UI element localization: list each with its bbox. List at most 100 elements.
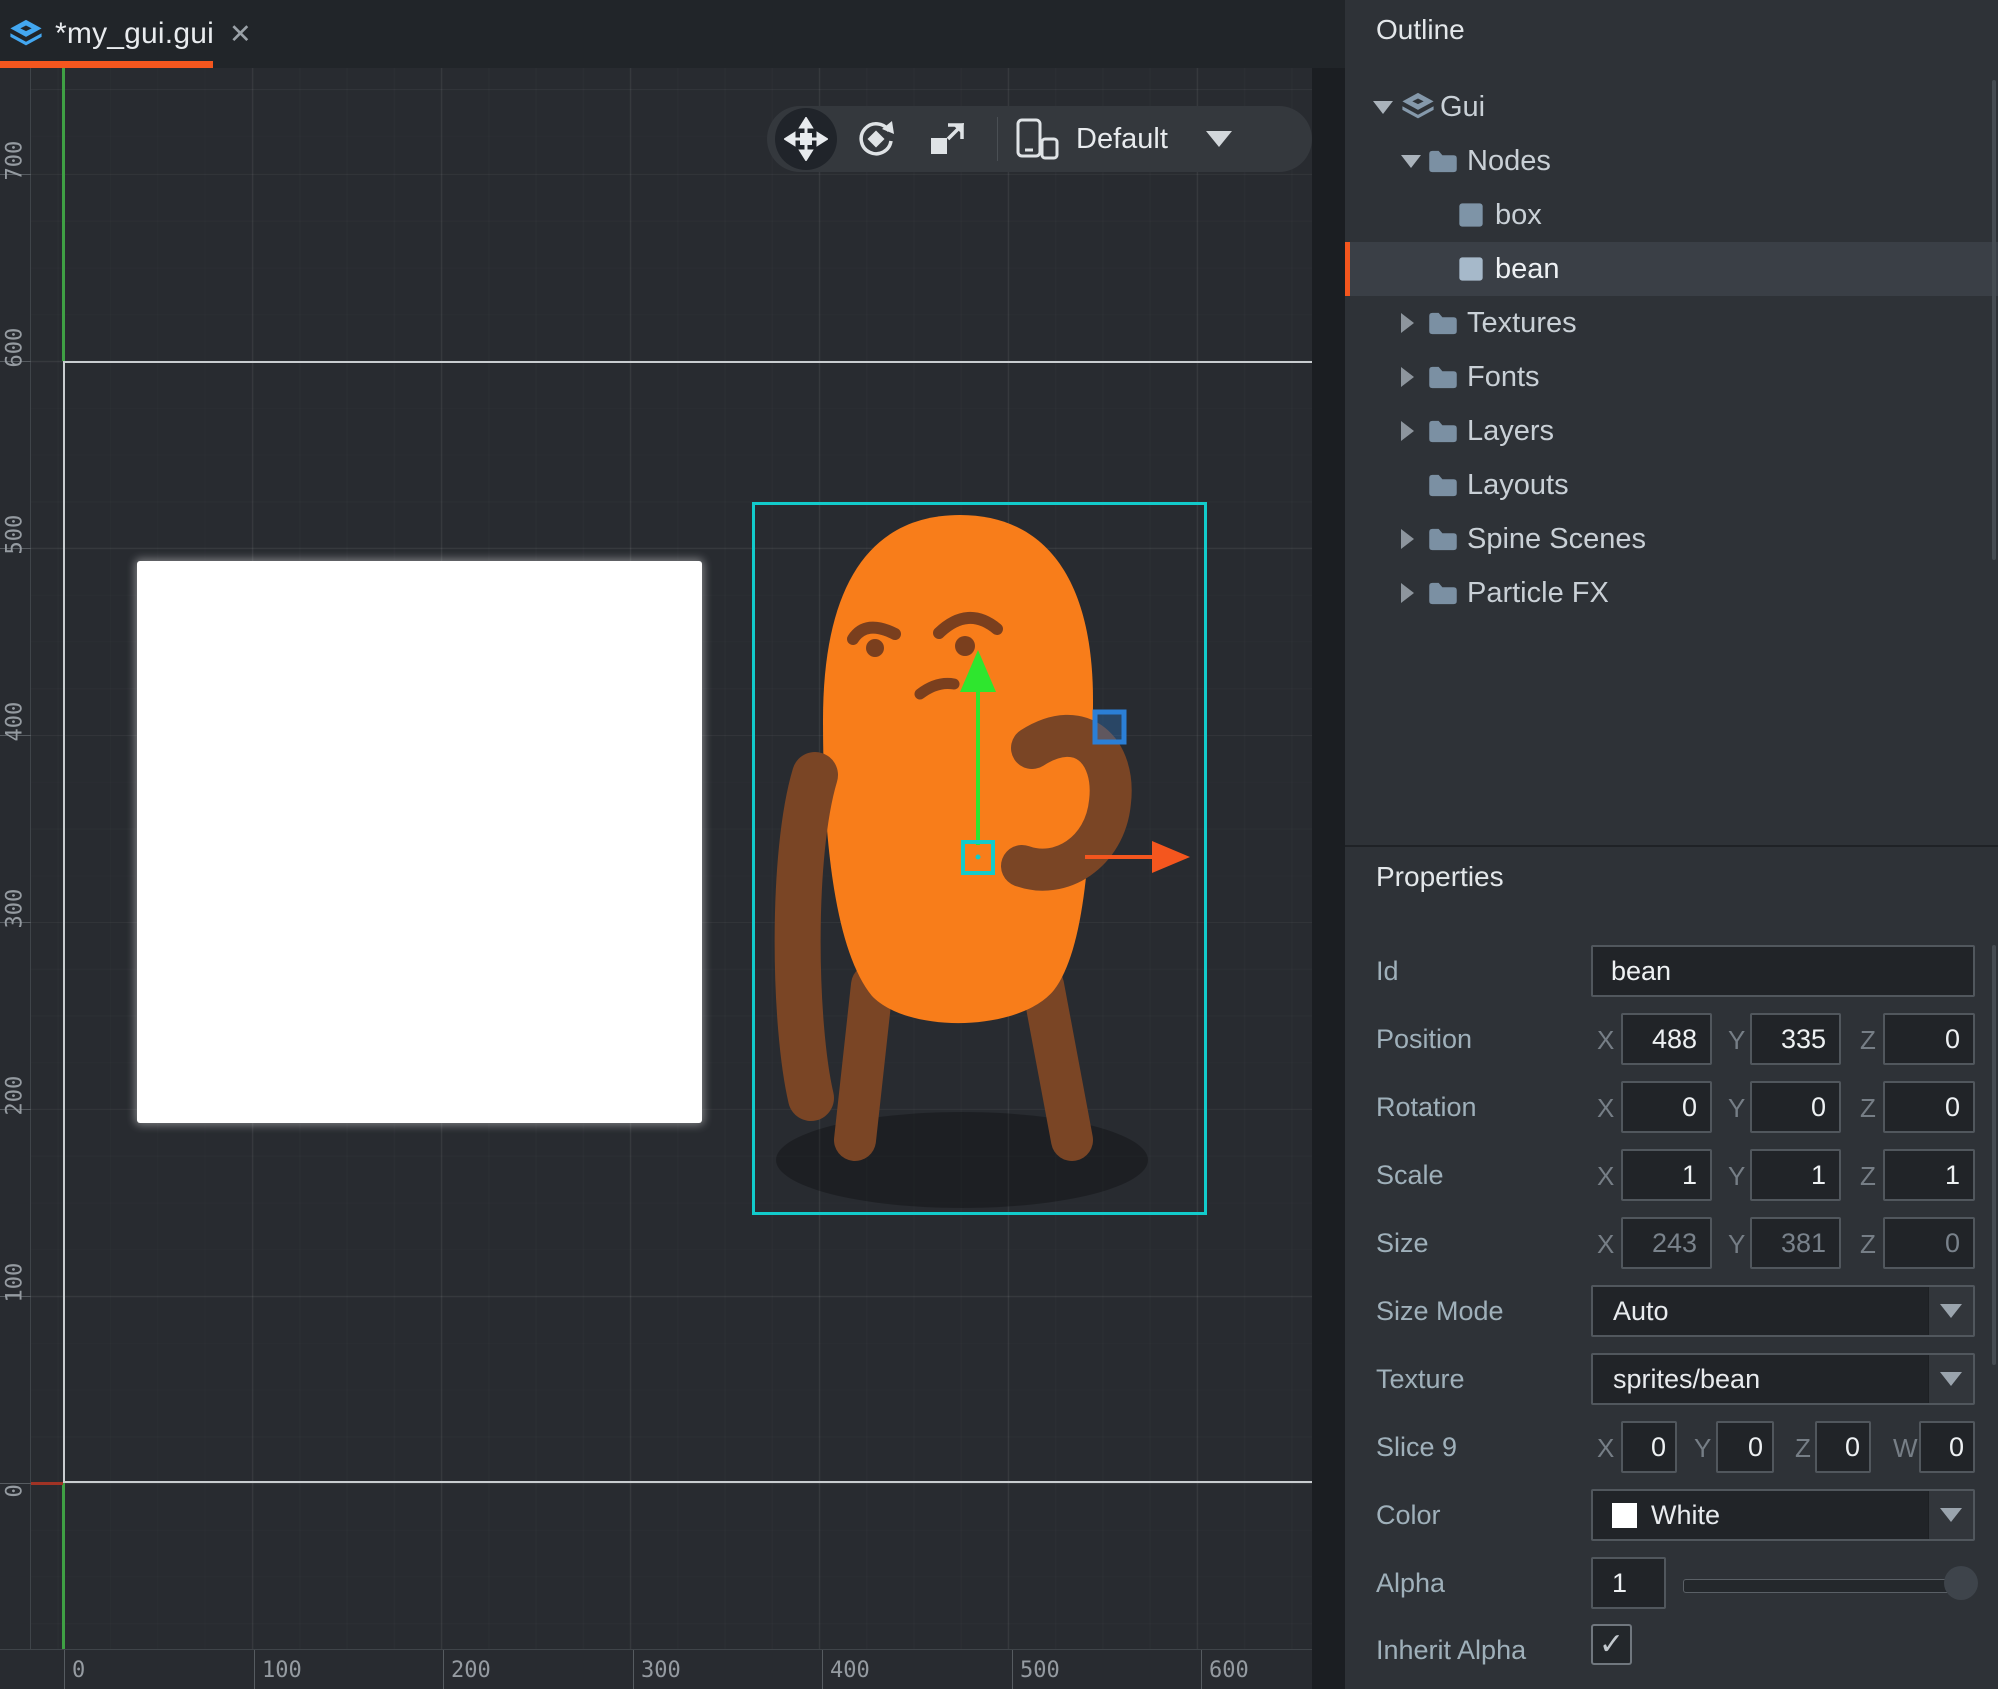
tree-item-layers[interactable]: Layers [1345,404,1998,458]
ruler-label: 200 [451,1658,491,1683]
alpha-field[interactable] [1591,1557,1666,1609]
position-z-field[interactable] [1883,1013,1975,1065]
toolbar-divider [997,117,998,161]
panel-splitter[interactable] [1345,845,1998,847]
chevron-down-icon [1940,1304,1962,1318]
texture-dropdown[interactable]: sprites/bean [1591,1353,1975,1405]
tree-item-textures[interactable]: Textures [1345,296,1998,350]
outline-scrollbar[interactable] [1992,80,1996,560]
rotation-y-field[interactable] [1750,1081,1841,1133]
ruler-label: 0 [72,1658,85,1683]
tab-my-gui[interactable]: *my_gui.gui ✕ [0,0,274,68]
slice9-y-field[interactable] [1716,1421,1774,1473]
folder-icon [1428,149,1458,174]
scale-tool-button[interactable] [915,108,977,170]
tree-item-label: Particle FX [1467,577,1609,610]
tree-item-layouts[interactable]: Layouts [1345,458,1998,512]
id-field[interactable] [1591,945,1975,997]
property-label: Alpha [1376,1568,1445,1599]
rotate-icon [854,117,898,161]
size-y-field[interactable] [1750,1217,1841,1269]
tree-item-label: Gui [1440,91,1485,124]
scale-x-field[interactable] [1621,1149,1712,1201]
axis-label-x: X [1597,1161,1614,1192]
tree-item-nodes[interactable]: Nodes [1345,134,1998,188]
active-tab-indicator [0,61,213,68]
ruler-label: 700 [3,111,28,181]
axis-label-z: Z [1860,1161,1876,1192]
move-tool-button[interactable] [775,108,837,170]
x-axis-line [31,1482,63,1485]
size-mode-dropdown[interactable]: Auto [1591,1285,1975,1337]
tree-item-label: Nodes [1467,145,1551,178]
position-x-field[interactable] [1621,1013,1712,1065]
tree-item-particle-fx[interactable]: Particle FX [1345,566,1998,620]
color-dropdown[interactable]: White [1591,1489,1975,1541]
ruler-label: 600 [1209,1658,1249,1683]
gizmo-x-arrowhead[interactable] [1152,841,1190,873]
tree-item-fonts[interactable]: Fonts [1345,350,1998,404]
axis-label-y: Y [1728,1025,1745,1056]
close-icon[interactable]: ✕ [229,21,252,48]
chevron-right-icon[interactable] [1401,583,1414,603]
property-label: Rotation [1376,1092,1477,1123]
scale-y-field[interactable] [1750,1149,1841,1201]
ruler-label: 400 [3,672,28,742]
size-x-field[interactable] [1621,1217,1712,1269]
tree-item-bean[interactable]: bean [1345,242,1998,296]
tree-item-label: bean [1495,253,1560,286]
scale-z-field[interactable] [1883,1149,1975,1201]
property-row-slice9: Slice 9 X Y Z W [1345,1421,1998,1473]
chevron-right-icon[interactable] [1401,367,1414,387]
gui-editor-window: 700 600 500 400 300 200 100 0 0 100 200 … [0,0,1998,1689]
tree-item-box[interactable]: box [1345,188,1998,242]
tree-item-spine-scenes[interactable]: Spine Scenes [1345,512,1998,566]
scene-canvas[interactable]: 700 600 500 400 300 200 100 0 0 100 200 … [0,68,1312,1689]
color-swatch [1612,1503,1637,1528]
canvas-toolbar: Default [767,106,1312,172]
rotate-tool-button[interactable] [845,108,907,170]
ruler-left: 700 600 500 400 300 200 100 0 [0,68,31,1649]
texture-value: sprites/bean [1613,1364,1760,1395]
ruler-label: 300 [3,859,28,929]
ruler-label: 200 [3,1046,28,1116]
chevron-right-icon[interactable] [1401,529,1414,549]
slice9-x-field[interactable] [1621,1421,1677,1473]
chevron-right-icon[interactable] [1401,313,1414,333]
property-row-id: Id [1345,945,1998,997]
property-row-texture: Texture sprites/bean [1345,1353,1998,1405]
move-gizmo [740,498,1220,1328]
property-label: Color [1376,1500,1441,1531]
rotation-z-field[interactable] [1883,1081,1975,1133]
pivot-handle[interactable] [1095,712,1124,742]
property-label: Slice 9 [1376,1432,1457,1463]
tree-item-gui[interactable]: Gui [1345,80,1998,134]
tree-item-label: Fonts [1467,361,1540,394]
slice9-z-field[interactable] [1815,1421,1871,1473]
gizmo-y-arrowhead[interactable] [960,650,996,692]
alpha-slider-knob[interactable] [1944,1566,1978,1600]
box-node[interactable] [137,561,702,1123]
device-icon [1014,117,1060,161]
chevron-down-icon[interactable] [1373,101,1393,114]
ruler-label: 100 [262,1658,302,1683]
slice9-w-field[interactable] [1919,1421,1975,1473]
properties-scrollbar[interactable] [1992,945,1996,1365]
box-node-icon [1457,201,1485,229]
chevron-down-icon[interactable] [1401,155,1421,168]
rotation-x-field[interactable] [1621,1081,1712,1133]
box-node-icon [1457,255,1485,283]
display-profile-dropdown[interactable]: Default [1014,117,1232,161]
gui-file-icon [8,17,44,51]
position-y-field[interactable] [1750,1013,1841,1065]
ruler-label: 300 [641,1658,681,1683]
alpha-slider-track[interactable] [1683,1579,1974,1593]
property-label: Id [1376,956,1399,987]
size-z-field[interactable] [1883,1217,1975,1269]
ruler-label: 500 [3,485,28,555]
inherit-alpha-checkbox[interactable]: ✓ [1591,1624,1632,1665]
chevron-right-icon[interactable] [1401,421,1414,441]
property-label: Size [1376,1228,1429,1259]
size-mode-value: Auto [1613,1296,1669,1327]
property-row-alpha: Alpha [1345,1557,1998,1609]
